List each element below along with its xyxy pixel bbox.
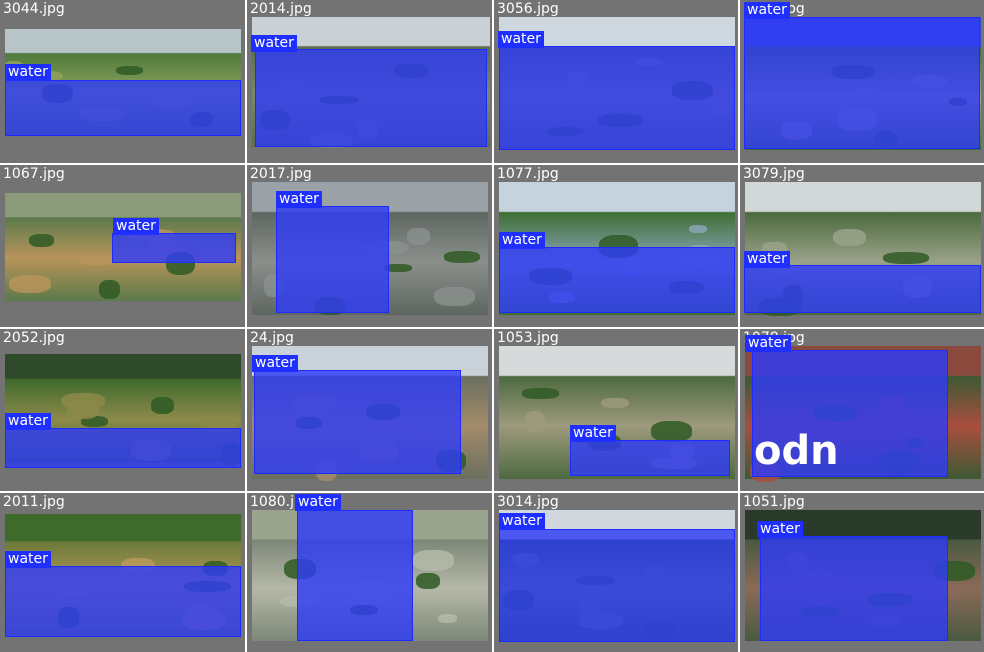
- water-detection-box: [297, 510, 413, 641]
- water-detection-box: [276, 206, 389, 313]
- scene-detail: [416, 573, 440, 590]
- scene-detail: [601, 397, 629, 408]
- water-detection-box: [112, 233, 236, 263]
- scene-detail: [99, 280, 120, 300]
- scene-detail: [883, 251, 929, 264]
- scene-detail: [413, 550, 454, 572]
- result-cell-16: 1051.jpg water: [740, 493, 984, 652]
- water-detection-box: [255, 49, 487, 147]
- image-filename: 2014.jpg: [250, 1, 312, 17]
- scene-detail: [438, 614, 457, 624]
- scene-detail: [444, 250, 480, 263]
- result-cell-10: 24.jpg water: [247, 329, 492, 491]
- water-label: water: [276, 191, 322, 208]
- water-label: water: [252, 355, 298, 372]
- result-cell-12: 1078.jpgwaterodn: [740, 329, 984, 491]
- scene-detail: [651, 420, 692, 442]
- water-label: water: [499, 232, 545, 249]
- detection-results-grid: 3044.jpgwater2014.jpgwater3056.jpgwater3…: [0, 0, 984, 652]
- result-cell-15: 3014.jpg water: [494, 493, 738, 652]
- scene-detail: [151, 396, 174, 414]
- scene-detail: [833, 228, 866, 246]
- scene-detail: [29, 234, 54, 248]
- scene-detail: [9, 275, 51, 294]
- result-cell-3: 3056.jpg water: [494, 0, 738, 163]
- image-filename: 1077.jpg: [497, 166, 559, 182]
- image-filename: 1067.jpg: [3, 166, 65, 182]
- water-label: water: [570, 425, 616, 442]
- water-detection-box: [499, 46, 735, 150]
- water-label: water: [5, 64, 51, 81]
- scene-detail: [525, 410, 545, 433]
- image-filename: 2017.jpg: [250, 166, 312, 182]
- result-cell-1: 3044.jpg water: [0, 0, 245, 163]
- scene-detail: [522, 387, 559, 399]
- water-detection-box: [499, 529, 735, 642]
- water-detection-box: [499, 247, 735, 313]
- result-cell-6: 2017.jpg water: [247, 165, 492, 327]
- water-detection-box: [744, 17, 980, 149]
- image-filename: 1053.jpg: [497, 330, 559, 346]
- image-filename: 3014.jpg: [497, 494, 559, 510]
- image-filename: 1051.jpg: [743, 494, 805, 510]
- image-filename: 3044.jpg: [3, 1, 65, 17]
- image-filename: 3079.jpg: [743, 166, 805, 182]
- water-label: water: [757, 521, 803, 538]
- watermark-logo: odn: [754, 428, 839, 474]
- water-label: water: [251, 35, 297, 52]
- result-cell-4: 3011.jpgwater: [740, 0, 984, 163]
- scene-detail: [407, 227, 430, 245]
- image-filename: 3056.jpg: [497, 1, 559, 17]
- water-detection-box: [5, 80, 241, 136]
- water-detection-box: [5, 566, 241, 637]
- image-filename: 2011.jpg: [3, 494, 65, 510]
- water-label: water: [744, 251, 790, 268]
- water-detection-box: [254, 370, 461, 474]
- result-cell-14: 1080.jpg water: [247, 493, 492, 652]
- scene-detail: [689, 224, 707, 233]
- water-label: water: [744, 2, 790, 19]
- water-label: water: [5, 551, 51, 568]
- result-cell-11: 1053.jpg water: [494, 329, 738, 491]
- result-cell-8: 3079.jpg water: [740, 165, 984, 327]
- result-cell-7: 1077.jpg water: [494, 165, 738, 327]
- water-detection-box: [570, 440, 730, 476]
- scene-detail: [434, 286, 475, 306]
- water-label: water: [5, 413, 51, 430]
- water-detection-box: [760, 536, 948, 641]
- scene-detail: [67, 400, 99, 419]
- water-detection-box: [5, 428, 241, 468]
- water-label: water: [113, 218, 159, 235]
- result-cell-9: 2052.jpg water: [0, 329, 245, 491]
- image-filename: 24.jpg: [250, 330, 294, 346]
- image-filename: 2052.jpg: [3, 330, 65, 346]
- water-label: water: [499, 513, 545, 530]
- water-label: water: [498, 31, 544, 48]
- water-label: water: [745, 335, 791, 352]
- result-cell-2: 2014.jpg water: [247, 0, 492, 163]
- water-detection-box: [744, 265, 981, 313]
- result-cell-13: 2011.jpg water: [0, 493, 245, 652]
- scene-detail: [116, 66, 143, 76]
- water-label: water: [295, 494, 341, 511]
- result-cell-5: 1067.jpg water: [0, 165, 245, 327]
